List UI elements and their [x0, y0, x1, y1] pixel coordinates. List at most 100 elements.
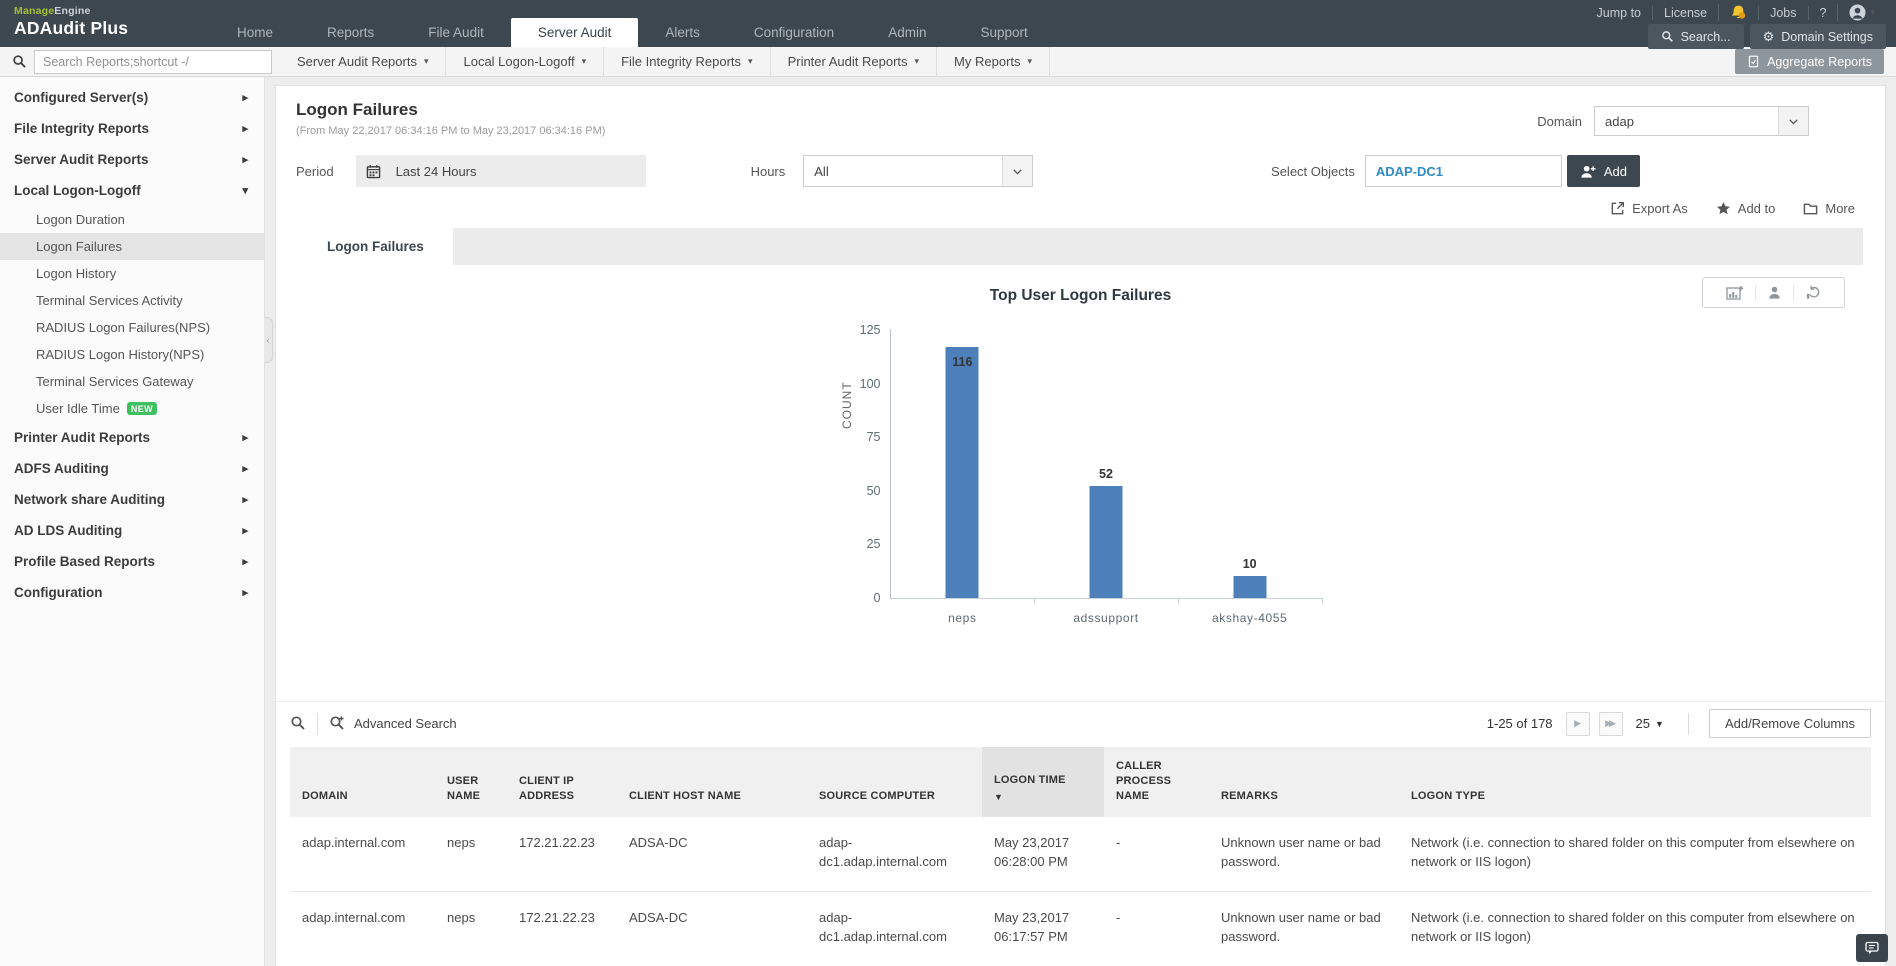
- page-size-select[interactable]: 25 ▼: [1636, 716, 1664, 731]
- nav-tab[interactable]: Alerts: [638, 18, 727, 47]
- sort-desc-icon: ▼: [994, 792, 1004, 803]
- bar-group[interactable]: 10 akshay-4055: [1178, 329, 1323, 625]
- last-page-button[interactable]: ▶▶: [1598, 711, 1623, 736]
- advanced-search-label[interactable]: Advanced Search: [354, 716, 457, 731]
- sidebar-item[interactable]: Terminal Services Gateway: [0, 368, 264, 395]
- period-picker[interactable]: Last 24 Hours: [355, 155, 646, 187]
- bar-group[interactable]: 116 neps: [891, 329, 1035, 625]
- report-date-range: (From May 22,2017 06:34:16 PM to May 23,…: [296, 125, 606, 137]
- sidebar-item[interactable]: RADIUS Logon History(NPS): [0, 341, 264, 368]
- aggregate-reports-button[interactable]: Aggregate Reports: [1735, 49, 1884, 74]
- quick-search-icon[interactable]: [290, 715, 306, 733]
- menu-dropdown[interactable]: My Reports ▾: [936, 46, 1051, 77]
- sidebar-item[interactable]: Printer Audit Reports: [0, 422, 264, 453]
- nav-tab[interactable]: Reports: [300, 18, 401, 47]
- column-header[interactable]: CALLER PROCESS NAME▼: [1104, 747, 1209, 817]
- nav-tab[interactable]: Support: [953, 18, 1054, 47]
- sidebar-item[interactable]: Logon Duration: [0, 206, 264, 233]
- table-row[interactable]: adap.internal.com neps 172.21.22.23 ADSA…: [290, 816, 1871, 892]
- primary-nav-tabs: Home Reports File Audit Server Audit Alerts C…: [210, 0, 1055, 47]
- sidebar-item[interactable]: Configuration: [0, 577, 264, 608]
- chart-type-add-icon[interactable]: [1715, 285, 1755, 301]
- chevron-down-icon: ▾: [748, 56, 753, 66]
- expand-arrow-icon: [242, 91, 248, 104]
- export-as-button[interactable]: Export As: [1610, 201, 1688, 216]
- column-header[interactable]: LOGON TIME ▼: [982, 747, 1104, 817]
- bar-group[interactable]: 52 adssupport: [1034, 329, 1179, 625]
- sidebar-item[interactable]: Terminal Services Activity: [0, 287, 264, 314]
- hours-label: Hours: [750, 163, 786, 179]
- sidebar-item[interactable]: File Integrity Reports: [0, 113, 264, 144]
- column-header[interactable]: LOGON TYPE▼: [1399, 747, 1871, 817]
- sidebar-item[interactable]: AD LDS Auditing: [0, 515, 264, 546]
- report-sidebar: Configured Server(s) File Integrity Repo…: [0, 77, 273, 966]
- calendar-icon: [356, 164, 392, 179]
- column-header[interactable]: CLIENT IP ADDRESS▼: [507, 747, 617, 817]
- sidebar-item[interactable]: Logon Failures: [0, 233, 264, 260]
- sidebar-item[interactable]: Logon History: [0, 260, 264, 287]
- chart-refresh-icon[interactable]: [1793, 285, 1832, 300]
- add-object-button[interactable]: Add: [1566, 155, 1640, 187]
- sidebar-item[interactable]: Local Logon-Logoff: [0, 175, 264, 206]
- nav-tab[interactable]: Home: [210, 18, 300, 47]
- expand-arrow-icon: [242, 431, 248, 444]
- search-icon: [13, 55, 26, 68]
- add-remove-columns-button[interactable]: Add/Remove Columns: [1708, 709, 1871, 738]
- domain-select[interactable]: adap: [1594, 106, 1809, 136]
- divider: [1687, 712, 1689, 735]
- logon-failures-table: DOMAIN▼USER NAME▼CLIENT IP ADDRESS▼CLIEN…: [290, 747, 1871, 966]
- expand-arrow-icon: [242, 555, 248, 568]
- column-header[interactable]: DOMAIN▼: [290, 747, 435, 817]
- menu-dropdown[interactable]: Printer Audit Reports ▾: [769, 46, 936, 77]
- sidebar-item[interactable]: ADFS Auditing: [0, 453, 264, 484]
- help-link[interactable]: ?: [1807, 5, 1838, 20]
- menu-dropdown[interactable]: File Integrity Reports ▾: [603, 46, 769, 77]
- license-link[interactable]: License: [1652, 5, 1718, 20]
- sidebar-item[interactable]: Network share Auditing: [0, 484, 264, 515]
- chevron-down-icon: ▾: [423, 56, 429, 66]
- user-menu[interactable]: ▾: [1837, 4, 1886, 21]
- product-name: ADAudit Plus: [14, 18, 129, 38]
- nav-tab[interactable]: Server Audit: [510, 18, 639, 47]
- nav-tab[interactable]: Configuration: [727, 18, 861, 47]
- column-header[interactable]: CLIENT HOST NAME▼: [617, 747, 807, 817]
- chart-user-icon[interactable]: [1755, 285, 1793, 300]
- star-icon: [1716, 202, 1730, 215]
- nav-tab[interactable]: Admin: [861, 18, 953, 47]
- manageengine-logo: ManageEngine: [14, 5, 91, 17]
- add-to-button[interactable]: Add to: [1716, 201, 1775, 216]
- new-badge: NEW: [126, 402, 158, 415]
- menu-dropdown[interactable]: Local Logon-Logoff ▾: [445, 46, 603, 77]
- select-objects-input[interactable]: ADAP-DC1: [1364, 155, 1562, 187]
- column-header[interactable]: USER NAME▼: [435, 747, 507, 817]
- more-button[interactable]: More: [1803, 201, 1855, 216]
- sidebar-item[interactable]: RADIUS Logon Failures(NPS): [0, 314, 264, 341]
- feedback-chat-button[interactable]: [1856, 934, 1888, 962]
- chart-panel: Top User Logon Failures COUNT 125 100 75 50…: [276, 265, 1885, 677]
- jobs-link[interactable]: Jobs: [1758, 5, 1807, 20]
- hours-select[interactable]: All: [803, 155, 1034, 187]
- nav-tab[interactable]: File Audit: [401, 18, 511, 47]
- sidebar-item[interactable]: Profile Based Reports: [0, 546, 264, 577]
- tab-logon-failures[interactable]: Logon Failures: [298, 228, 453, 265]
- next-page-button[interactable]: ▶: [1565, 711, 1590, 736]
- sidebar-item[interactable]: Server Audit Reports: [0, 144, 264, 175]
- menu-dropdown[interactable]: Server Audit Reports ▾: [280, 47, 445, 77]
- column-header[interactable]: SOURCE COMPUTER▼: [807, 747, 982, 817]
- select-objects-label: Select Objects: [1271, 163, 1355, 179]
- domain-settings-button[interactable]: ⚙ Domain Settings: [1749, 24, 1886, 49]
- report-search-input[interactable]: [34, 49, 272, 74]
- jump-to-link[interactable]: Jump to: [1586, 6, 1652, 20]
- sidebar-item[interactable]: User Idle Time NEW: [0, 395, 264, 422]
- person-plus-icon: [1581, 165, 1596, 178]
- advanced-search-icon[interactable]: [329, 715, 345, 733]
- column-header[interactable]: REMARKS▼: [1209, 747, 1399, 817]
- app-logo[interactable]: ManageEngine ADAudit Plus: [0, 0, 210, 47]
- table-row[interactable]: adap.internal.com neps 172.21.22.23 ADSA…: [290, 891, 1871, 966]
- notification-bell-icon[interactable]: [1718, 4, 1758, 21]
- chart-toolbar: [1702, 277, 1845, 308]
- chat-bubble-icon: [1865, 941, 1879, 955]
- global-search-button[interactable]: Search...: [1647, 24, 1744, 49]
- sidebar-collapse-handle[interactable]: ‹: [264, 317, 273, 363]
- sidebar-item[interactable]: Configured Server(s): [0, 82, 264, 113]
